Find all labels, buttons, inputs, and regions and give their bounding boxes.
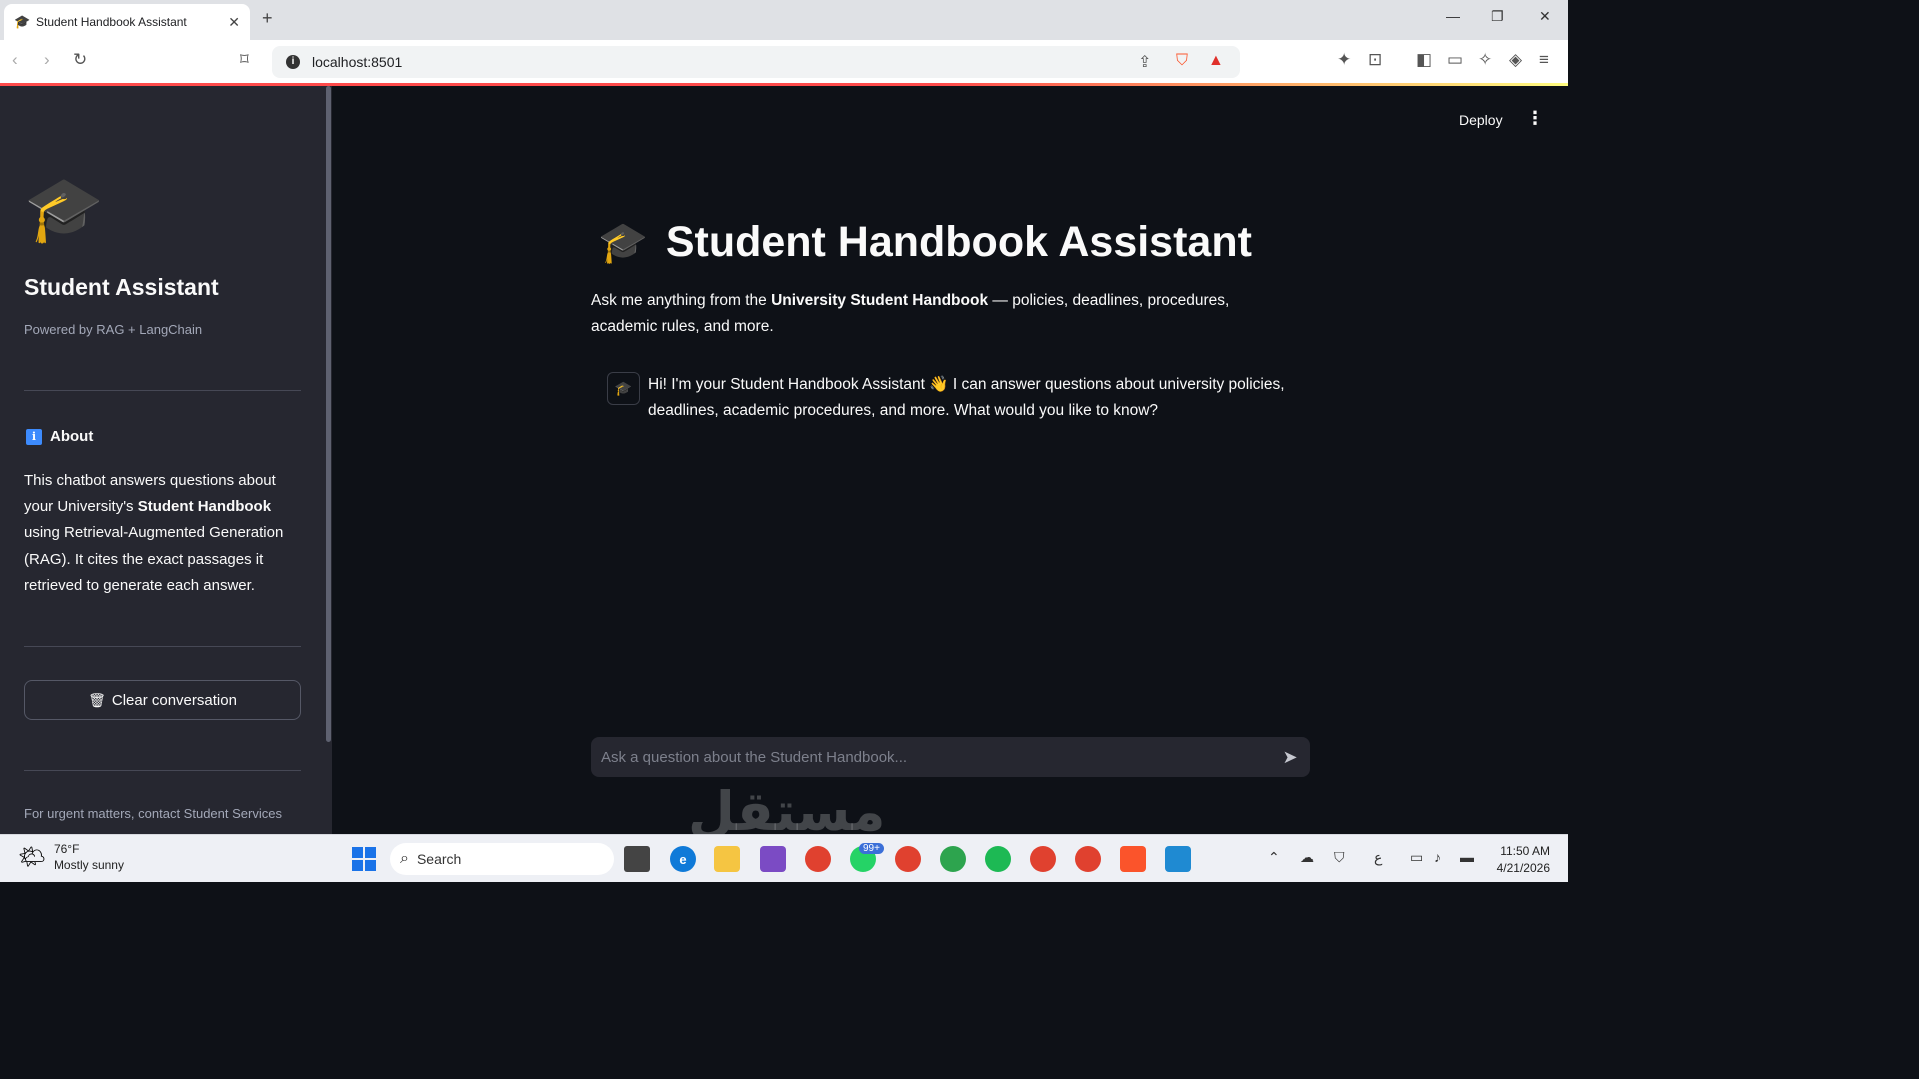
about-heading-text: About [50, 428, 94, 445]
page-title: 🎓 Student Handbook Assistant [598, 218, 1252, 267]
about-text-bold: Student Handbook [137, 498, 272, 516]
divider [24, 646, 301, 647]
close-tab-icon[interactable]: ✕ [228, 14, 240, 31]
chevron-up-icon[interactable]: ⌃ [1268, 849, 1280, 866]
sidebar-subtitle: Powered by RAG + LangChain [24, 322, 203, 337]
defender-icon[interactable]: ⛉ [1334, 849, 1345, 866]
weather-widget[interactable]: 🌤 76°F Mostly sunny [18, 841, 124, 873]
spotify-icon[interactable] [985, 846, 1011, 872]
info-icon: i [26, 428, 42, 445]
intro-text-bold: University Student Handbook [771, 292, 989, 309]
taskbar-search[interactable]: ⌕ Search [390, 843, 614, 875]
screenshot-icon[interactable]: ⊡ [1368, 50, 1382, 70]
vscode-icon[interactable] [1165, 846, 1191, 872]
graduation-cap-icon: 🎓 [14, 14, 31, 29]
battery-icon[interactable]: ▬ [1460, 849, 1474, 865]
browser-toolbar: ‹ › ↻ ⌑ i localhost:8501 ⇪ ⛉ ▲ ✦ ⊡ ◧ ▭ ✧… [0, 40, 1568, 84]
weather-text: 76°F Mostly sunny [54, 841, 124, 873]
clock-date: 4/21/2026 [1496, 861, 1550, 875]
window-close-icon[interactable]: ✕ [1539, 8, 1551, 25]
divider [24, 390, 301, 391]
volume-icon[interactable]: ♪ [1434, 849, 1441, 865]
forward-icon[interactable]: › [44, 50, 50, 70]
intro-text-1: Ask me anything from the [591, 292, 772, 309]
clock[interactable]: 11:50 AM 4/21/2026 [1490, 843, 1550, 877]
bookmark-icon[interactable]: ⌑ [240, 50, 249, 70]
minimize-icon[interactable]: — [1446, 8, 1460, 24]
restore-icon[interactable]: ❐ [1491, 8, 1504, 25]
leo-ai-icon[interactable]: ✧ [1478, 50, 1492, 70]
chrome-icon[interactable] [940, 846, 966, 872]
search-icon: ⌕ [400, 850, 409, 867]
main-content: Deploy ⋮ 🎓 Student Handbook Assistant As… [332, 86, 1568, 843]
chrome-icon[interactable] [805, 846, 831, 872]
about-text-2: using Retrieval-Augmented Generation (RA… [24, 524, 284, 594]
taskbar-search-label: Search [416, 851, 462, 867]
sunny-weather-icon: 🌤 [18, 844, 46, 869]
chrome-icon[interactable] [1075, 846, 1101, 872]
chrome-icon[interactable] [895, 846, 921, 872]
sidebar: 🎓 Student Assistant Powered by RAG + Lan… [0, 86, 332, 834]
tab-title: Student Handbook Assistant [36, 15, 187, 29]
chrome-icon[interactable] [1030, 846, 1056, 872]
graduation-cap-logo-icon: 🎓 [24, 173, 104, 245]
taskbar: 🌤 76°F Mostly sunny ⌕ Search e 99+ ⌃ ☁ ⛉… [0, 834, 1568, 882]
deploy-button[interactable]: Deploy [1459, 112, 1503, 128]
weather-desc: Mostly sunny [53, 858, 124, 872]
brave-rewards-icon[interactable]: ▲ [1208, 52, 1224, 70]
language-icon[interactable]: ع [1374, 849, 1382, 866]
page-title-text: Student Handbook Assistant [665, 218, 1252, 266]
send-icon[interactable]: ➤ [1270, 747, 1310, 768]
brave-shield-icon[interactable]: ⛉ [1176, 52, 1188, 70]
extensions-icon[interactable]: ✦ [1337, 50, 1351, 70]
whatsapp-badge: 99+ [859, 843, 884, 854]
sidebar-title: Student Assistant [24, 274, 219, 300]
trash-icon: 🗑 [88, 691, 106, 708]
vpn-icon[interactable]: ◈ [1509, 50, 1522, 70]
intro-text: Ask me anything from the University Stud… [591, 288, 1291, 340]
url-text: localhost:8501 [312, 54, 403, 70]
edge-icon[interactable]: e [670, 846, 696, 872]
start-button[interactable] [352, 847, 376, 871]
reload-icon[interactable]: ↻ [73, 50, 87, 70]
clock-time: 11:50 AM [1500, 844, 1550, 858]
sidebar-toggle-icon[interactable]: ◧ [1416, 50, 1432, 70]
new-tab-icon[interactable]: + [262, 8, 273, 29]
assistant-message-text: Hi! I'm your Student Handbook Assistant … [648, 376, 1285, 420]
chat-input-field[interactable] [601, 748, 1270, 766]
browser-tab[interactable]: 🎓 Student Handbook Assistant ✕ [4, 4, 250, 40]
clear-conversation-button[interactable]: 🗑 Clear conversation [24, 680, 301, 720]
browser-tabstrip: 🎓 Student Handbook Assistant ✕ + — ❐ ✕ [0, 0, 1568, 40]
task-view-icon[interactable] [624, 846, 650, 872]
address-bar[interactable]: i localhost:8501 ⇪ ⛉ ▲ [272, 46, 1240, 78]
chat-input[interactable]: ➤ [591, 737, 1310, 777]
assistant-avatar-icon: 🎓 [607, 372, 640, 405]
brave-browser-icon[interactable] [1120, 846, 1146, 872]
weather-temp: 76°F [53, 842, 80, 856]
sidebar-scrollbar[interactable] [326, 86, 331, 742]
visual-studio-icon[interactable] [760, 846, 786, 872]
sidebar-footer: For urgent matters, contact Student Serv… [24, 806, 282, 821]
onedrive-icon[interactable]: ☁ [1300, 849, 1314, 866]
back-icon[interactable]: ‹ [12, 50, 18, 70]
divider [24, 770, 301, 771]
graduation-cap-icon: 🎓 [598, 221, 648, 265]
more-options-icon[interactable]: ⋮ [1526, 108, 1544, 129]
share-icon[interactable]: ⇪ [1138, 52, 1151, 72]
wallet-icon[interactable]: ▭ [1447, 50, 1463, 70]
menu-icon[interactable]: ≡ [1539, 50, 1549, 70]
about-text: This chatbot answers questions about you… [24, 468, 304, 599]
clear-conversation-label: Clear conversation [111, 691, 237, 709]
site-info-icon[interactable]: i [286, 55, 300, 69]
network-icon[interactable]: ▭ [1410, 849, 1423, 866]
about-heading: i About [26, 428, 93, 445]
file-explorer-icon[interactable] [714, 846, 740, 872]
